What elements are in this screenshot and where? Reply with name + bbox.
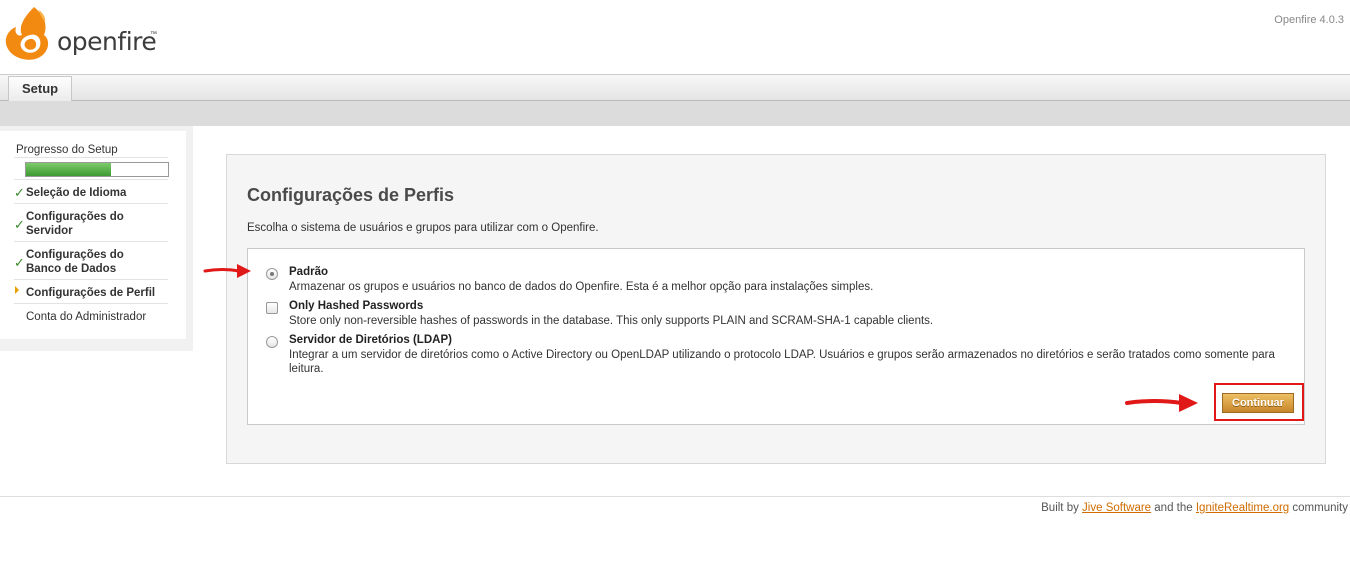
- footer-divider: [0, 496, 1350, 497]
- option-description: Integrar a um servidor de diretórios com…: [289, 349, 1275, 375]
- step-label: Configurações de Perfil: [26, 287, 156, 299]
- intro-text: Escolha o sistema de usuários e grupos p…: [247, 222, 599, 234]
- progress-title: Progresso do Setup: [16, 144, 118, 156]
- igniterealtime-link[interactable]: IgniteRealtime.org: [1196, 502, 1289, 514]
- footer-suffix: community: [1292, 502, 1348, 514]
- step-label: Configurações do Servidor: [26, 211, 124, 237]
- option-hashed-passwords: Only Hashed Passwords Store only non-rev…: [266, 300, 1276, 330]
- continue-button[interactable]: Continuar: [1222, 393, 1294, 413]
- option-description: Store only non-reversible hashes of pass…: [289, 315, 934, 327]
- progress-fill: [26, 163, 112, 176]
- ldap-radio[interactable]: [266, 336, 278, 348]
- annotation-arrow-icon: [1125, 394, 1198, 412]
- step-admin-account: Conta do Administrador: [14, 303, 168, 327]
- setup-sidebar: Progresso do Setup ✓ Seleção de Idioma ✓…: [0, 126, 193, 351]
- option-description: Armazenar os grupos e usuários no banco …: [289, 281, 874, 293]
- step-language-selection: ✓ Seleção de Idioma: [14, 179, 168, 203]
- tab-setup[interactable]: Setup: [8, 76, 73, 101]
- checkmark-icon: ✓: [14, 255, 25, 270]
- openfire-logo[interactable]: openfire ™: [4, 5, 164, 65]
- annotation-arrow-icon: [203, 264, 251, 278]
- option-default: Padrão Armazenar os grupos e usuários no…: [266, 266, 1276, 296]
- step-profile-settings: Configurações de Perfil: [14, 279, 168, 303]
- flame-icon: [5, 7, 49, 60]
- step-server-settings: ✓ Configurações do Servidor: [14, 203, 168, 241]
- option-title: Servidor de Diretórios (LDAP): [289, 334, 452, 346]
- checkmark-icon: ✓: [14, 185, 25, 200]
- footer: Built by Jive Software and the IgniteRea…: [1041, 502, 1348, 514]
- option-title: Only Hashed Passwords: [289, 300, 424, 312]
- header: openfire ™ Openfire 4.0.3: [0, 0, 1350, 75]
- jive-software-link[interactable]: Jive Software: [1082, 502, 1151, 514]
- option-ldap: Servidor de Diretórios (LDAP) Integrar a…: [266, 334, 1276, 378]
- version-label: Openfire 4.0.3: [1274, 14, 1344, 26]
- current-step-arrow-icon: [15, 286, 19, 294]
- sidebar-panel: Progresso do Setup ✓ Seleção de Idioma ✓…: [0, 131, 186, 339]
- divider: [14, 157, 168, 158]
- checkmark-icon: ✓: [14, 217, 25, 232]
- tab-bar: Setup: [0, 74, 1350, 101]
- logo-trademark: ™: [150, 31, 157, 38]
- main-content: Configurações de Perfis Escolha o sistem…: [226, 154, 1326, 464]
- sub-navigation-bar: [0, 101, 1350, 126]
- step-database-settings: ✓ Configurações do Banco de Dados: [14, 241, 168, 279]
- footer-prefix: Built by: [1041, 502, 1079, 514]
- option-title: Padrão: [289, 266, 328, 278]
- step-label: Configurações do Banco de Dados: [26, 249, 124, 275]
- hashed-passwords-checkbox[interactable]: [266, 302, 278, 314]
- step-label: Seleção de Idioma: [26, 187, 127, 199]
- setup-progress-bar: [25, 162, 169, 177]
- default-radio[interactable]: [266, 268, 278, 280]
- logo-wordmark: openfire: [57, 27, 157, 56]
- footer-middle: and the: [1154, 502, 1193, 514]
- step-label: Conta do Administrador: [26, 311, 147, 323]
- page-title: Configurações de Perfis: [247, 185, 455, 205]
